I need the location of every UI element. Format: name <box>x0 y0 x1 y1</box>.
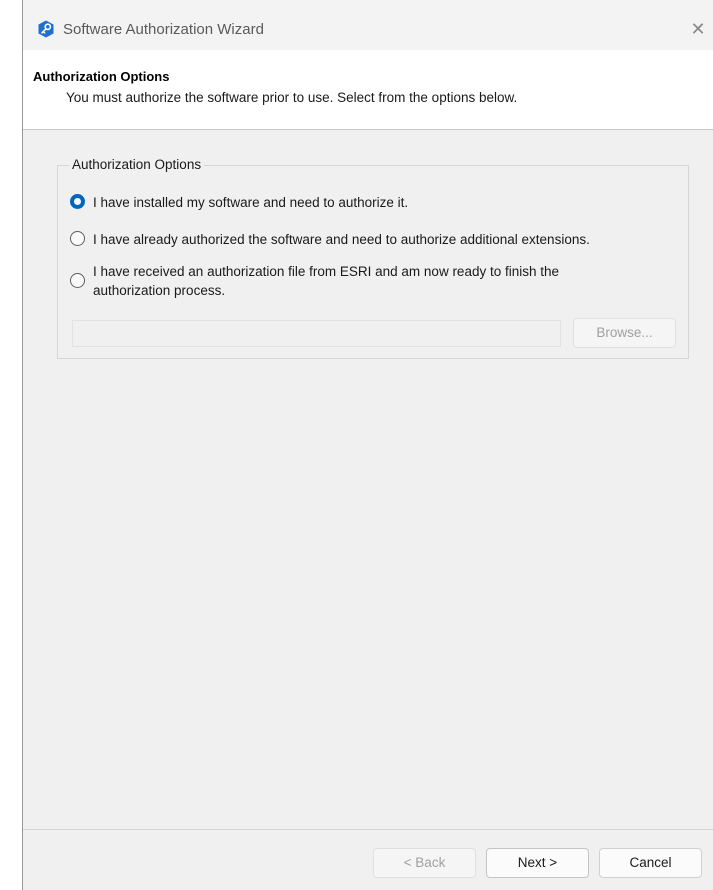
window-title: Software Authorization Wizard <box>63 21 264 38</box>
page-title: Authorization Options <box>33 69 170 84</box>
back-button[interactable]: < Back <box>373 848 476 878</box>
option-label-line2: authorization process. <box>93 283 226 298</box>
option-label[interactable]: I have received an authorization file fr… <box>93 262 559 300</box>
close-icon[interactable]: ✕ <box>683 14 713 44</box>
option-install-authorize[interactable]: I have installed my software and need to… <box>70 193 408 212</box>
radio-button[interactable] <box>70 273 85 288</box>
option-authorize-extensions[interactable]: I have already authorized the software a… <box>70 230 590 249</box>
title-bar[interactable]: Software Authorization Wizard ✕ <box>23 0 713 50</box>
next-button[interactable]: Next > <box>486 848 589 878</box>
option-label[interactable]: I have already authorized the software a… <box>93 230 590 249</box>
authorization-options-group: Authorization Options I have installed m… <box>57 157 689 359</box>
authorization-file-path-input[interactable] <box>72 320 561 347</box>
browse-button[interactable]: Browse... <box>573 318 676 348</box>
group-legend: Authorization Options <box>69 157 205 172</box>
footer-divider <box>23 829 713 830</box>
radio-button-selected[interactable] <box>70 194 85 209</box>
radio-button[interactable] <box>70 231 85 246</box>
wizard-header: Authorization Options You must authorize… <box>23 50 713 130</box>
option-finish-with-file[interactable]: I have received an authorization file fr… <box>70 262 559 300</box>
page-subtitle: You must authorize the software prior to… <box>66 90 518 105</box>
wizard-window: Software Authorization Wizard ✕ Authoriz… <box>22 0 713 890</box>
option-label[interactable]: I have installed my software and need to… <box>93 193 408 212</box>
cancel-button[interactable]: Cancel <box>599 848 702 878</box>
app-key-icon <box>38 20 54 38</box>
option-label-line1: I have received an authorization file fr… <box>93 264 560 279</box>
